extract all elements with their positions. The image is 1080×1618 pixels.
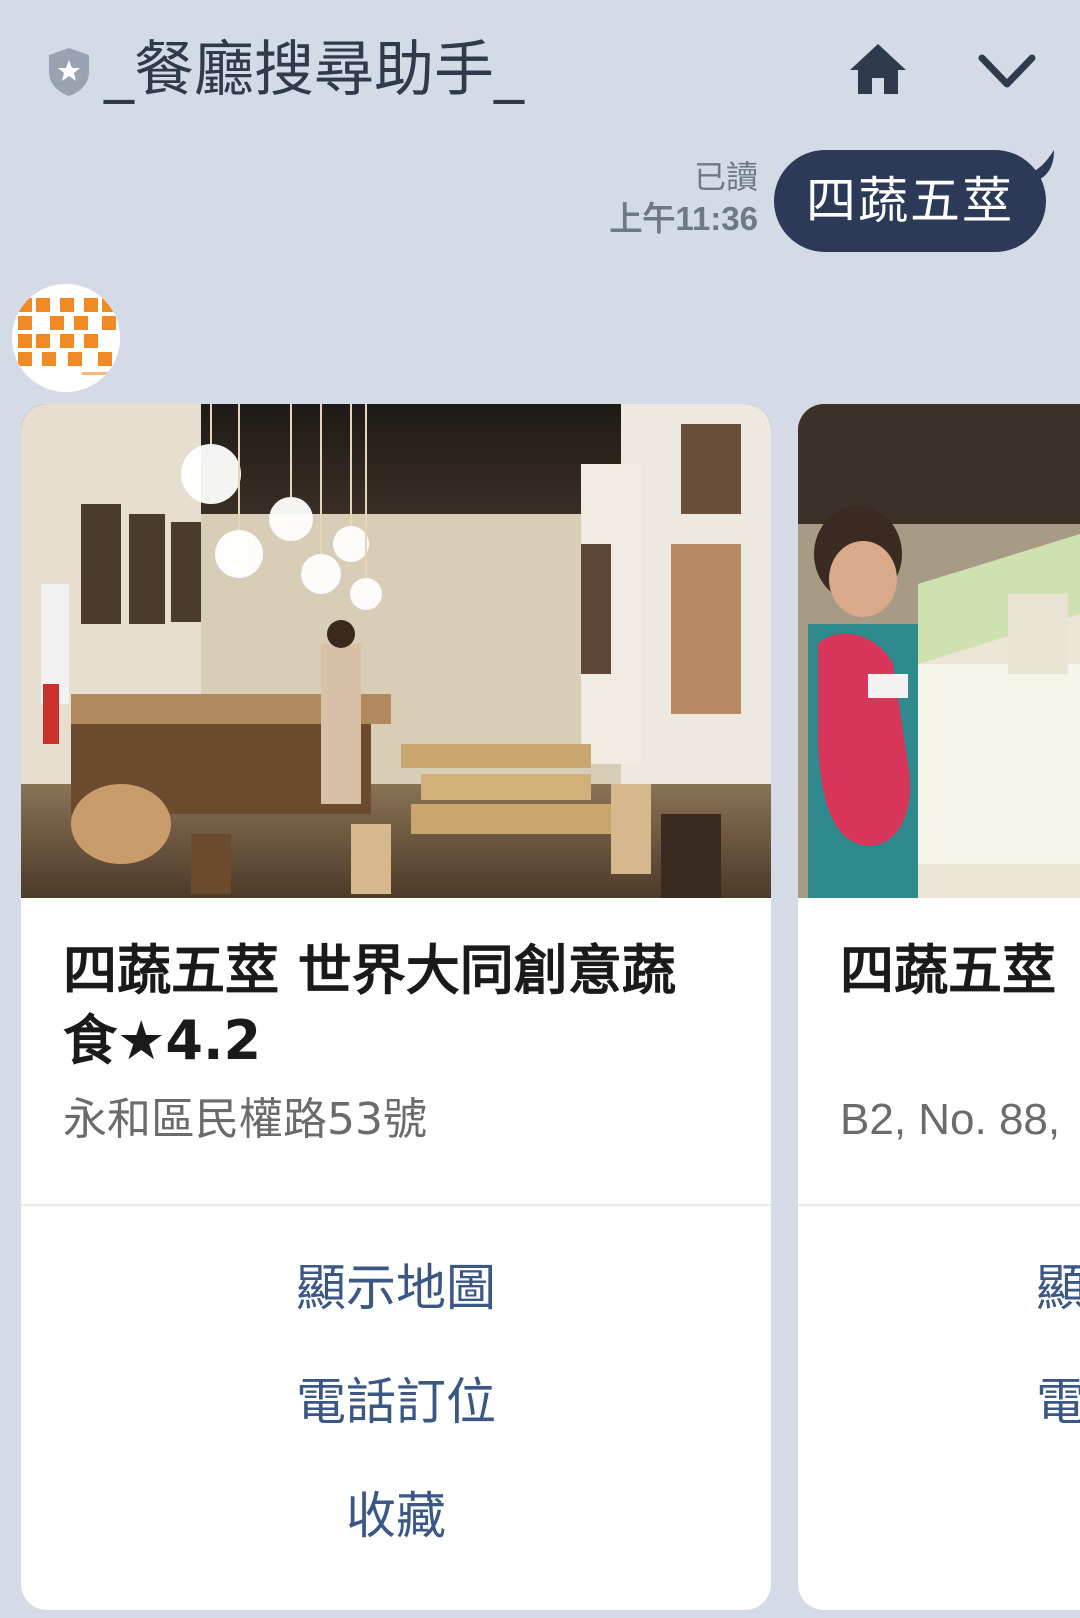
shield-star-icon bbox=[49, 48, 89, 96]
call-reserve-button[interactable]: 電話訂位 bbox=[21, 1370, 771, 1434]
restaurant-interior-image bbox=[21, 404, 771, 898]
show-map-button[interactable]: 顯 bbox=[798, 1256, 1080, 1320]
chevron-down-icon[interactable] bbox=[974, 44, 1040, 100]
restaurant-name: 四蔬五莖 世界大同創意蔬食★4.2 bbox=[63, 939, 676, 1072]
restaurant-photo[interactable] bbox=[798, 404, 1080, 898]
read-receipt: 已讀 bbox=[693, 159, 758, 195]
chat-title: _餐廳搜尋助手_ bbox=[104, 35, 524, 105]
restaurant-address: 永和區民權路53號 bbox=[63, 1094, 427, 1145]
show-map-button[interactable]: 顯示地圖 bbox=[21, 1256, 771, 1320]
bot-avatar[interactable] bbox=[12, 284, 120, 392]
restaurant-name: 四蔬五莖 bbox=[840, 939, 1056, 1002]
restaurant-card[interactable]: 四蔬五莖 B2, No. 88, 顯 電 bbox=[798, 404, 1080, 1610]
call-reserve-button[interactable]: 電 bbox=[798, 1370, 1080, 1434]
card-divider bbox=[798, 1204, 1080, 1206]
home-icon[interactable] bbox=[846, 38, 910, 102]
message-meta: 已讀 上午11:36 bbox=[609, 156, 758, 240]
sent-message-bubble[interactable]: 四蔬五莖 bbox=[774, 150, 1046, 252]
favorite-button[interactable]: 收藏 bbox=[21, 1484, 771, 1548]
restaurant-counter-image bbox=[798, 404, 1080, 898]
restaurant-address: B2, No. 88, bbox=[840, 1095, 1061, 1144]
card-divider bbox=[21, 1204, 771, 1206]
restaurant-card[interactable]: 四蔬五莖 世界大同創意蔬食★4.2 永和區民權路53號 顯示地圖 電話訂位 收藏 bbox=[21, 404, 771, 1610]
restaurant-photo[interactable] bbox=[21, 404, 771, 898]
message-time: 上午11:36 bbox=[609, 200, 758, 237]
chat-header: _餐廳搜尋助手_ bbox=[0, 0, 1080, 140]
bot-avatar-logo bbox=[12, 284, 120, 392]
